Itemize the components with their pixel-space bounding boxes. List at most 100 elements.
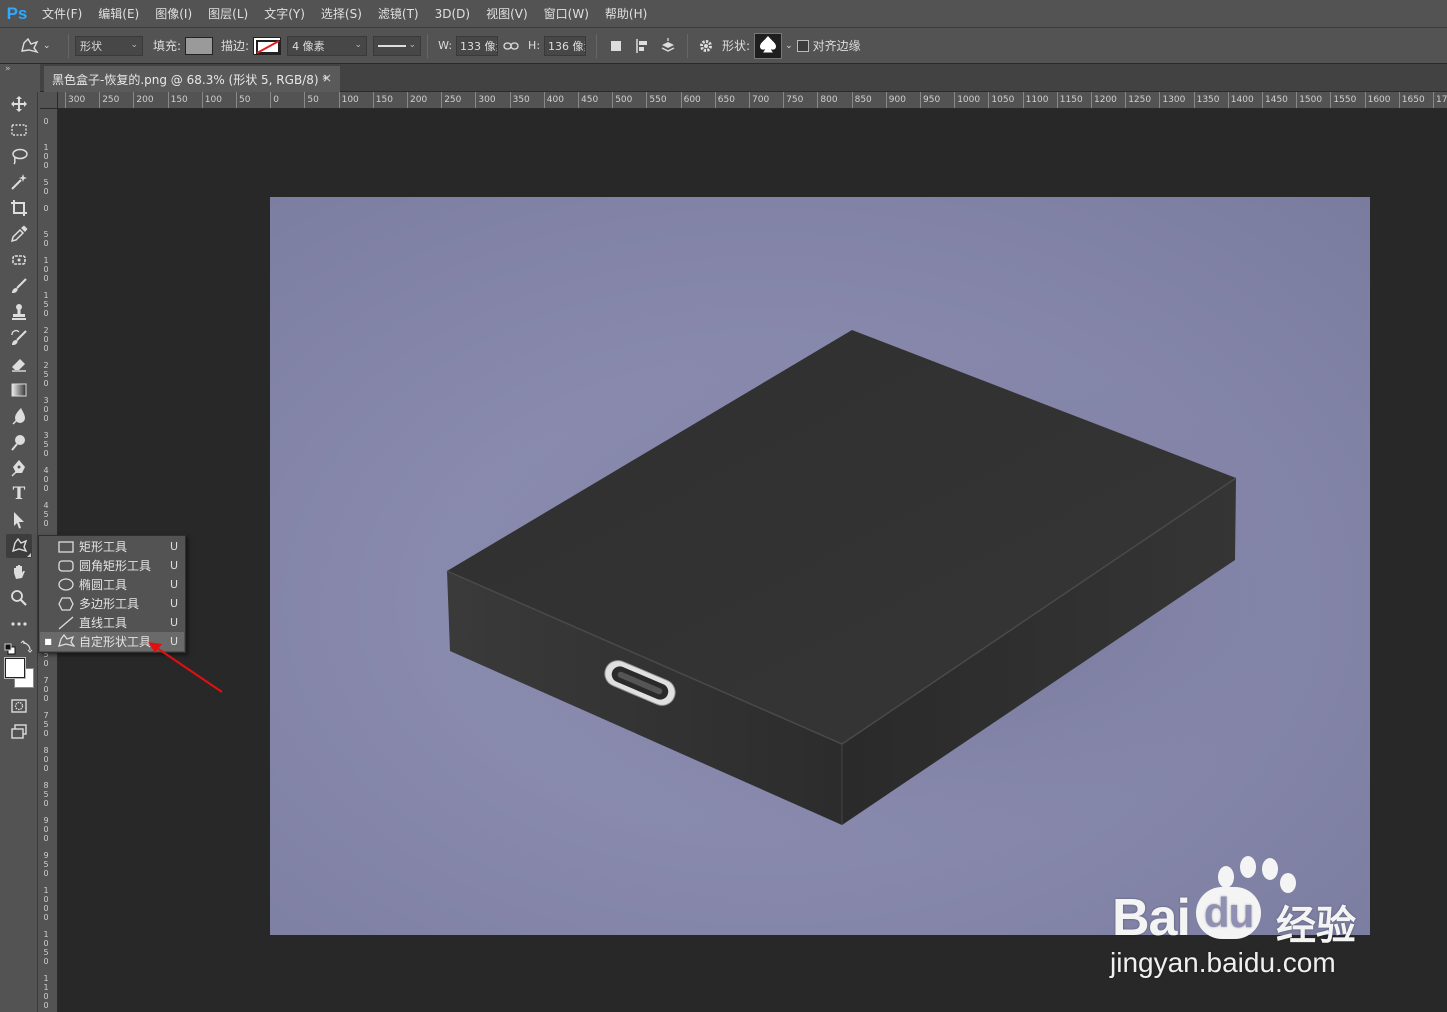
mode-select[interactable]: 形状 ⌄ (75, 35, 143, 56)
zoom-tool-icon (11, 590, 27, 606)
collapse-arrows-icon[interactable]: » (5, 64, 11, 74)
clone-stamp-tool[interactable] (6, 300, 32, 324)
height-field[interactable]: 136 像素 (544, 35, 587, 56)
magic-wand-tool-icon (11, 174, 27, 190)
close-icon[interactable]: × (322, 71, 332, 85)
width-label: W: (438, 39, 453, 52)
ruler-tick-label: 1050 (988, 92, 1014, 108)
marquee-tool[interactable] (6, 118, 32, 142)
shape-label: 形状: (722, 39, 751, 53)
brush-tool-icon (12, 278, 27, 293)
custom-shape-preset-icon (18, 37, 40, 55)
ruler-tick-label: 0 (43, 117, 49, 126)
path-operations-icon[interactable] (603, 39, 629, 53)
stroke-width-field[interactable]: 4 像素 ⌄ (287, 35, 368, 56)
chevron-down-icon[interactable]: ⌄ (785, 41, 793, 51)
custom-shape-tool[interactable] (6, 534, 32, 558)
menu-layer[interactable]: 图层(L) (200, 0, 256, 28)
menubar: Ps 文件(F) 编辑(E) 图像(I) 图层(L) 文字(Y) 选择(S) 滤… (0, 0, 1447, 28)
divider (427, 33, 429, 58)
watermark-url: jingyan.baidu.com (1110, 947, 1336, 978)
more-tools[interactable] (6, 612, 32, 636)
move-tool[interactable] (6, 92, 32, 116)
screen-mode-button[interactable] (6, 720, 32, 744)
fill-label: 填充: (153, 39, 182, 53)
path-alignment-icon[interactable] (629, 38, 655, 54)
eraser-tool-icon (12, 359, 26, 372)
rounded-rectangle-icon (56, 559, 76, 572)
ruler-tick-label: 1300 (1159, 92, 1185, 108)
magic-wand-tool[interactable] (6, 170, 32, 194)
gear-icon[interactable] (694, 38, 718, 54)
swap-colors-icon[interactable] (20, 638, 34, 653)
chevron-down-icon: ⌄ (43, 40, 51, 51)
document-tab[interactable]: 黑色盒子-恢复的.png @ 68.3% (形状 5, RGB/8) * × (44, 66, 340, 92)
path-selection-tool-icon (14, 512, 24, 529)
document-tab-title: 黑色盒子-恢复的.png @ 68.3% (形状 5, RGB/8) * (52, 72, 329, 87)
pen-tool[interactable] (6, 456, 32, 480)
flyout-item-label: 多边形工具 (79, 597, 140, 611)
menu-window[interactable]: 窗口(W) (536, 0, 597, 28)
foreground-color-swatch[interactable] (5, 658, 25, 678)
menu-image[interactable]: 图像(I) (147, 0, 200, 28)
ruler-tick-label: 1100 (1022, 92, 1049, 108)
gradient-tool[interactable] (6, 378, 32, 402)
tool-preset-picker[interactable]: ⌄ (0, 28, 62, 64)
ruler-tick-label: 1250 (1125, 92, 1151, 108)
flyout-item-line[interactable]: 直线工具 U (40, 613, 184, 632)
align-edges-checkbox[interactable] (796, 39, 809, 52)
menu-select[interactable]: 选择(S) (313, 0, 370, 28)
menu-view[interactable]: 视图(V) (478, 0, 536, 28)
flyout-item-label: 圆角矩形工具 (79, 559, 152, 573)
ruler-tick-label: 250 (441, 92, 461, 108)
flyout-item-rectangle[interactable]: 矩形工具 U (40, 537, 184, 556)
stroke-swatch[interactable] (253, 36, 282, 55)
menu-edit[interactable]: 编辑(E) (90, 0, 147, 28)
menu-help[interactable]: 帮助(H) (597, 0, 655, 28)
dodge-tool[interactable] (6, 430, 32, 454)
ruler-tick-label: 400 (543, 92, 564, 108)
ruler-tick-label: 0 (270, 92, 279, 108)
menu-type[interactable]: 文字(Y) (256, 0, 313, 28)
document-canvas[interactable] (270, 197, 1370, 935)
quick-mask-icon (11, 699, 27, 713)
brush-tool[interactable] (6, 274, 32, 298)
shortcut-key: U (169, 597, 179, 610)
ruler-horizontal[interactable]: 300 250 200 150 100 50 0 50 100 150 200 250 300 350 40… (58, 92, 1447, 109)
ruler-tick-label: 1050 (43, 930, 49, 966)
menu-filter[interactable]: 滤镜(T) (370, 0, 427, 28)
crop-tool[interactable] (6, 196, 32, 220)
path-arrangement-icon[interactable] (655, 37, 681, 55)
lasso-tool-icon (12, 148, 28, 165)
flyout-item-rounded-rectangle[interactable]: 圆角矩形工具 U (40, 556, 184, 575)
blur-tool[interactable] (6, 404, 32, 428)
ruler-tick-label: 1500 (1296, 92, 1322, 108)
zoom-tool[interactable] (6, 586, 32, 610)
ruler-tick-label: 50 (43, 178, 49, 196)
ruler-tick-label: 1150 (1056, 92, 1083, 108)
path-selection-tool[interactable] (6, 508, 32, 532)
custom-shape-icon (56, 634, 76, 649)
flyout-item-polygon[interactable]: 多边形工具 U (40, 594, 184, 613)
hand-tool[interactable] (6, 560, 32, 584)
healing-brush-tool[interactable] (6, 248, 32, 272)
shape-picker[interactable] (754, 32, 783, 59)
default-colors-icon[interactable] (4, 640, 16, 655)
eraser-tool[interactable] (6, 352, 32, 376)
menu-file[interactable]: 文件(F) (34, 0, 90, 28)
lasso-tool[interactable] (6, 144, 32, 168)
link-icon[interactable] (503, 41, 519, 51)
history-brush-tool[interactable] (6, 326, 32, 350)
ruler-tick-label: 17 (1433, 92, 1447, 108)
type-tool[interactable]: T (6, 482, 32, 506)
eyedropper-tool[interactable] (6, 222, 32, 246)
width-value: 133 像素 (460, 39, 497, 53)
ruler-tick-label: 100 (43, 143, 49, 170)
flyout-item-ellipse[interactable]: 椭圆工具 U (40, 575, 184, 594)
fill-swatch[interactable] (185, 36, 214, 55)
stroke-type-select[interactable]: ⌄ (373, 35, 422, 56)
quick-mask-button[interactable] (6, 694, 32, 718)
menu-3d[interactable]: 3D(D) (427, 0, 478, 28)
ruler-origin[interactable] (40, 92, 58, 109)
width-field[interactable]: 133 像素 (456, 35, 499, 56)
